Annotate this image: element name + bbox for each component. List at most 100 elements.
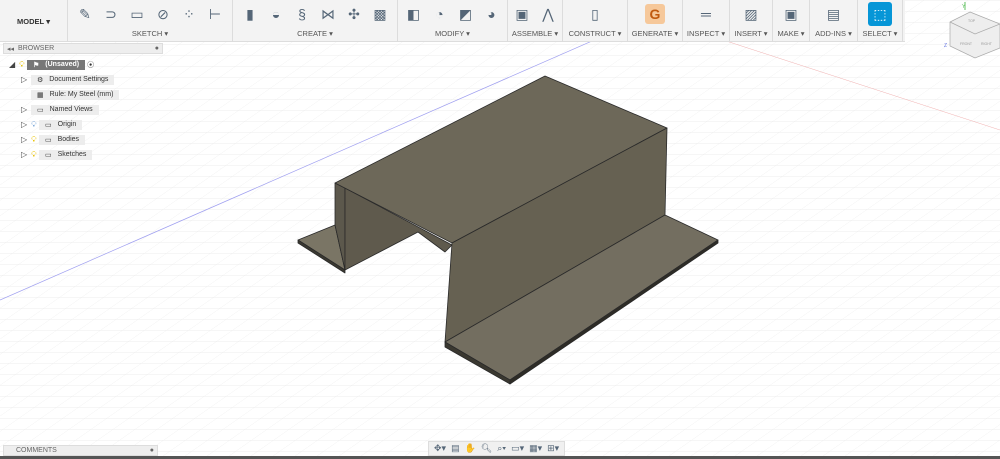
browser-item[interactable]: ▭ Named Views <box>31 104 99 115</box>
group-label: GENERATE <box>631 29 673 38</box>
toolbar: MODEL ▾ ✎ ⊃ ▭ ⊘ ⁘ ⊢ SKETCH ▾ ▮ ◒ § ⋈ ✣ ▩ CREATE ▾ ◧ ◔ ◩ ◕… <box>0 0 905 42</box>
browser-item[interactable]: ▭ Sketches <box>39 149 93 160</box>
group-select: ⬚ SELECT ▾ <box>858 0 903 42</box>
group-menu-make[interactable]: MAKE ▾ <box>777 29 804 38</box>
group-menu-insert[interactable]: INSERT ▾ <box>734 29 767 38</box>
browser-header[interactable]: ◂◂ BROWSER ● <box>3 43 163 54</box>
group-construct: ▯ CONSTRUCT ▾ <box>563 0 628 42</box>
group-menu-construct[interactable]: CONSTRUCT ▾ <box>569 29 622 38</box>
3d-viewport[interactable]: Y Z FRONT RIGHT TOP <box>0 0 1000 459</box>
folder-icon: ▭ <box>45 121 52 129</box>
3d-print-icon[interactable]: ▣ <box>781 4 801 24</box>
scripts-icon[interactable]: ▤ <box>824 4 844 24</box>
group-label: INSERT <box>734 29 762 38</box>
visibility-bulb-icon[interactable]: 💡︎ <box>31 135 39 145</box>
visibility-bulb-icon[interactable]: 💡︎ <box>31 150 39 160</box>
fillet-icon[interactable]: ◔ <box>430 4 450 24</box>
group-label: ASSEMBLE <box>511 29 553 38</box>
group-insert: ▨ INSERT ▾ <box>730 0 773 42</box>
browser-item[interactable]: ▭ Origin <box>39 119 83 130</box>
add-comment-icon[interactable]: ● <box>150 447 154 454</box>
pan-icon[interactable]: ✋ <box>465 443 476 454</box>
joint-icon[interactable]: ⋀ <box>538 4 558 24</box>
press-pull-icon[interactable]: ◧ <box>404 4 424 24</box>
group-label: INSPECT <box>686 29 720 38</box>
browser-item[interactable]: ▦ Rule: My Steel (mm) <box>31 89 120 100</box>
group-menu-add-ins[interactable]: ADD-INS ▾ <box>815 29 852 38</box>
expand-triangle[interactable]: ▷ <box>21 150 31 159</box>
root-label: (Unsaved) <box>45 61 80 68</box>
orbit-icon[interactable]: ✥▾ <box>434 443 446 454</box>
group-menu-assemble[interactable]: ASSEMBLE ▾ <box>512 29 558 38</box>
sheet-metal-rule-icon: ▦ <box>37 91 44 99</box>
group-assemble: ▣ ⋀ ASSEMBLE ▾ <box>508 0 563 42</box>
circle-icon[interactable]: ⊘ <box>153 4 173 24</box>
viewports-icon[interactable]: ⊞▾ <box>547 443 559 454</box>
visibility-bulb-icon[interactable]: 💡︎ <box>31 120 39 130</box>
browser-item-label: Origin <box>57 121 77 128</box>
browser-item-label: Sketches <box>57 151 87 158</box>
insert-image-icon[interactable]: ▨ <box>741 4 761 24</box>
group-menu-create[interactable]: CREATE ▾ <box>297 29 333 38</box>
component-icon: ⚑ <box>33 61 40 69</box>
collapse-triangle[interactable]: ◢ <box>9 60 19 69</box>
browser-item-label: Bodies <box>57 136 80 143</box>
group-menu-modify[interactable]: MODIFY ▾ <box>435 29 470 38</box>
display-settings-icon[interactable]: ▭▾ <box>511 443 524 454</box>
browser-item-label: Rule: My Steel (mm) <box>49 91 114 98</box>
extrude-icon[interactable]: ▮ <box>240 4 260 24</box>
browser-item-label: Named Views <box>49 106 93 113</box>
root-component[interactable]: ⚑ (Unsaved) <box>27 59 86 70</box>
expand-triangle[interactable]: ▷ <box>21 120 31 129</box>
activate-radio[interactable]: ⦿ <box>87 60 94 70</box>
browser-title: BROWSER <box>18 45 55 52</box>
appearance-icon[interactable]: ◕ <box>482 4 502 24</box>
group-create: ▮ ◒ § ⋈ ✣ ▩ CREATE ▾ <box>233 0 398 42</box>
group-menu-sketch[interactable]: SKETCH ▾ <box>132 29 168 38</box>
chamfer-icon[interactable]: ◩ <box>456 4 476 24</box>
folder-icon: ▭ <box>37 106 44 114</box>
look-at-icon[interactable]: ▤ <box>451 443 460 454</box>
browser-panel: ◂◂ BROWSER ● ◢ 💡︎ ⚑ (Unsaved) ⦿ ▷ ⚙ Document Set… <box>3 43 163 160</box>
comments-panel[interactable]: COMMENTS ● <box>3 445 158 456</box>
group-menu-select[interactable]: SELECT ▾ <box>863 29 898 38</box>
group-menu-generate[interactable]: GENERATE ▾ <box>632 29 679 38</box>
new-component-icon[interactable]: ▣ <box>512 4 532 24</box>
group-menu-inspect[interactable]: INSPECT ▾ <box>687 29 725 38</box>
comments-title: COMMENTS <box>16 447 57 454</box>
measure-icon[interactable]: ═ <box>696 4 716 24</box>
workspace-switcher[interactable]: MODEL ▾ <box>0 0 68 42</box>
expand-triangle[interactable]: ▷ <box>21 135 31 144</box>
pattern-icon[interactable]: ⁘ <box>179 4 199 24</box>
grid-settings-icon[interactable]: ▦▾ <box>529 443 542 454</box>
sweep-icon[interactable]: § <box>292 4 312 24</box>
collapse-icon[interactable]: ◂◂ <box>7 45 14 53</box>
svg-text:RIGHT: RIGHT <box>981 42 993 46</box>
pin-icon[interactable]: ● <box>155 45 159 52</box>
expand-triangle[interactable]: ▷ <box>21 75 31 84</box>
select-icon[interactable]: ⬚ <box>868 2 892 26</box>
line-icon[interactable]: ⊃ <box>101 4 121 24</box>
sketch-icon[interactable]: ✎ <box>75 4 95 24</box>
browser-item[interactable]: ▭ Bodies <box>39 134 86 145</box>
folder-icon: ▭ <box>45 151 52 159</box>
plane-icon[interactable]: ▯ <box>585 4 605 24</box>
folder-icon: ▭ <box>45 136 52 144</box>
zoom-icon[interactable]: 🔍︎ <box>481 443 492 454</box>
loft-icon[interactable]: ⋈ <box>318 4 338 24</box>
rectangle-icon[interactable]: ▭ <box>127 4 147 24</box>
svg-text:FRONT: FRONT <box>960 42 973 46</box>
generative-icon[interactable]: G <box>645 4 665 24</box>
fit-icon[interactable]: ⌕▾ <box>497 443 506 454</box>
form-icon[interactable]: ▩ <box>370 4 390 24</box>
mirror-icon[interactable]: ✣ <box>344 4 364 24</box>
visibility-bulb-icon[interactable]: 💡︎ <box>19 60 27 70</box>
group-modify: ◧ ◔ ◩ ◕ MODIFY ▾ <box>398 0 508 42</box>
group-label: CREATE <box>297 29 327 38</box>
browser-item[interactable]: ⚙ Document Settings <box>31 74 115 85</box>
browser-item-label: Document Settings <box>49 76 109 83</box>
workspace-label: MODEL <box>17 16 45 26</box>
dimension-icon[interactable]: ⊢ <box>205 4 225 24</box>
revolve-icon[interactable]: ◒ <box>266 4 286 24</box>
expand-triangle[interactable]: ▷ <box>21 105 31 114</box>
